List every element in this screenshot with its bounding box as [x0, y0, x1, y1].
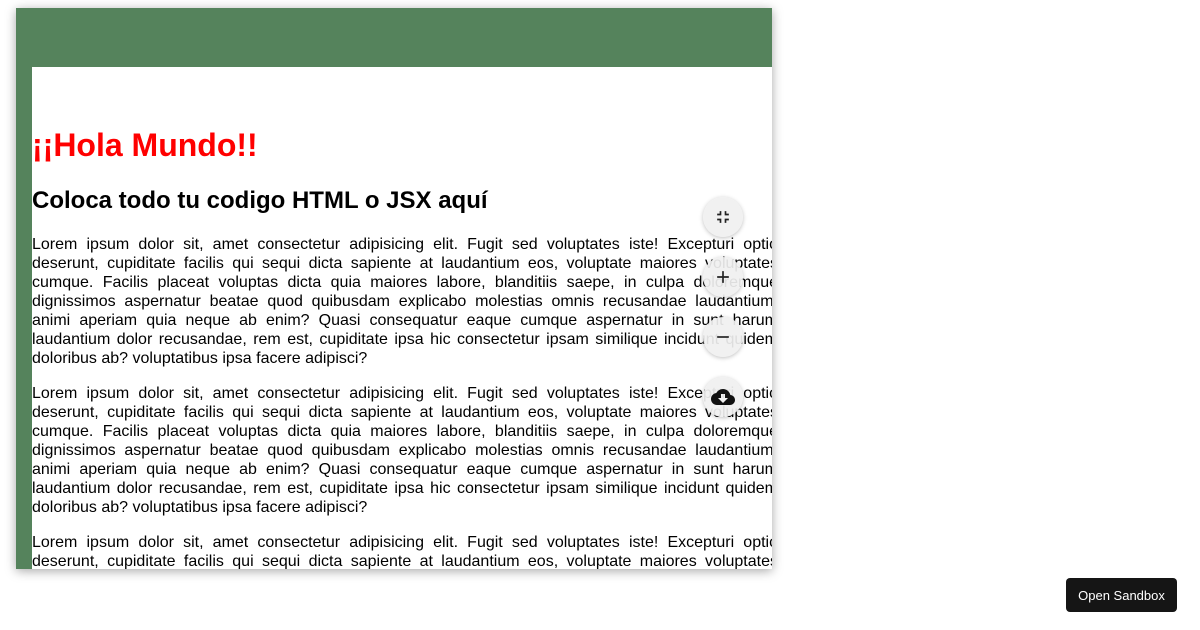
zoom-out-button[interactable]: [703, 317, 743, 357]
page-subheading: Coloca todo tu codigo HTML o JSX aquí: [32, 187, 488, 214]
paragraph: Lorem ipsum dolor sit, amet consectetur …: [32, 385, 772, 516]
download-button[interactable]: [703, 377, 743, 417]
page-heading: ¡¡Hola Mundo!!: [32, 127, 258, 163]
preview-page: ¡¡Hola Mundo!! Coloca todo tu codigo HTM…: [32, 67, 772, 569]
paragraph: Lorem ipsum dolor sit, amet consectetur …: [32, 534, 772, 569]
zoom-in-icon: [717, 271, 729, 283]
cloud-download-icon: [711, 389, 735, 405]
paragraph: Lorem ipsum dolor sit, amet consectetur …: [32, 236, 772, 367]
fullscreen-exit-icon: [717, 211, 729, 223]
zoom-in-button[interactable]: [703, 257, 743, 297]
paragraph-list: Lorem ipsum dolor sit, amet consectetur …: [32, 235, 772, 569]
preview-frame: ¡¡Hola Mundo!! Coloca todo tu codigo HTM…: [16, 8, 772, 569]
open-sandbox-button[interactable]: Open Sandbox: [1066, 578, 1177, 612]
zoom-out-icon: [717, 336, 729, 338]
fullscreen-exit-button[interactable]: [703, 197, 743, 237]
